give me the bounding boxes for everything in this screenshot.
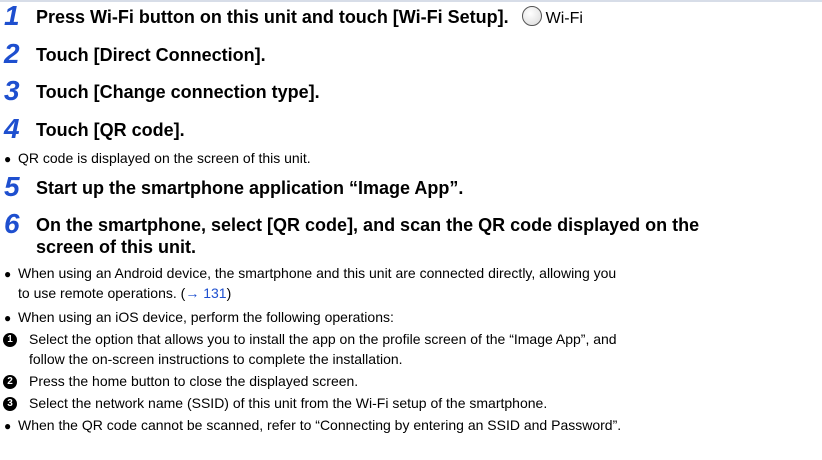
- circled-number-2-icon: 2: [3, 375, 17, 389]
- step-text: Touch [Direct Connection].: [36, 45, 266, 65]
- ios-step-1-line1: Select the option that allows you to ins…: [29, 331, 617, 347]
- step-4: 4 Touch [QR code].: [4, 113, 185, 144]
- step-2: 2 Touch [Direct Connection].: [4, 38, 266, 69]
- top-rule: [0, 0, 822, 2]
- step-1: 1 Press Wi-Fi button on this unit and to…: [4, 0, 583, 31]
- step-text: Start up the smartphone application “Ima…: [36, 178, 464, 198]
- bullet-icon: ●: [4, 419, 12, 433]
- circled-number-1-icon: 1: [3, 333, 17, 347]
- step-number: 4: [4, 113, 20, 144]
- step-text: Touch [Change connection type].: [36, 82, 320, 102]
- note-ios: When using an iOS device, perform the fo…: [18, 309, 394, 325]
- step-text-line2: screen of this unit.: [36, 237, 197, 257]
- wifi-button-label: Wi-Fi: [545, 10, 583, 27]
- step-number: 3: [4, 75, 20, 106]
- step-text: Touch [QR code].: [36, 120, 185, 140]
- step-3: 3 Touch [Change connection type].: [4, 75, 320, 106]
- note-android-line2: to use remote operations. (→ 131): [18, 285, 232, 301]
- step-text-line1: On the smartphone, select [QR code], and…: [36, 215, 700, 235]
- bullet-icon: ●: [4, 311, 12, 325]
- page-link[interactable]: → 131: [185, 285, 226, 301]
- step-6: 6 On the smartphone, select [QR code], a…: [4, 208, 700, 258]
- step-number: 6: [4, 208, 20, 239]
- note-android-line1: When using an Android device, the smartp…: [18, 265, 617, 281]
- ios-step-2: Press the home button to close the displ…: [29, 373, 359, 389]
- step-number: 1: [4, 0, 20, 31]
- step-text: Press Wi-Fi button on this unit and touc…: [36, 7, 509, 27]
- note-qr-displayed: QR code is displayed on the screen of th…: [18, 150, 311, 166]
- step-5: 5 Start up the smartphone application “I…: [4, 171, 464, 202]
- circled-number-3-icon: 3: [3, 397, 17, 411]
- step-number: 5: [4, 171, 20, 202]
- bullet-icon: ●: [4, 152, 12, 166]
- step-number: 2: [4, 38, 20, 69]
- wifi-button-icon: [521, 6, 542, 26]
- ios-step-1-line2: follow the on-screen instructions to com…: [29, 351, 403, 367]
- bullet-icon: ●: [4, 267, 12, 281]
- note-qr-fail: When the QR code cannot be scanned, refe…: [18, 417, 622, 433]
- ios-step-3: Select the network name (SSID) of this u…: [29, 395, 548, 411]
